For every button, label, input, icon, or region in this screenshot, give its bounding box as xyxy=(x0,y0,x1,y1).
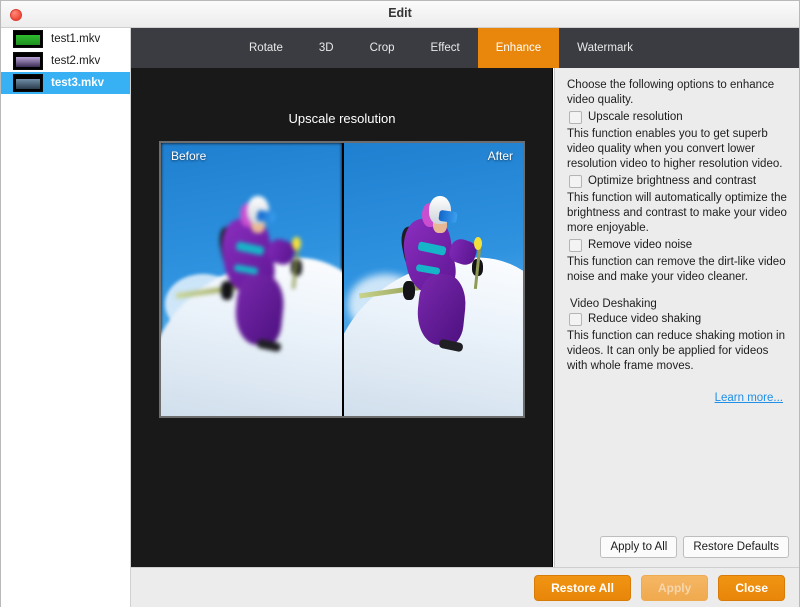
checkbox-label: Optimize brightness and contrast xyxy=(588,175,757,187)
enhance-options-panel: Choose the following options to enhance … xyxy=(554,68,799,567)
checkbox-reduce-video-shaking[interactable]: Reduce video shaking xyxy=(569,312,787,327)
preview-area: Upscale resolution Before After xyxy=(131,68,553,567)
skier-figure xyxy=(358,192,491,378)
preview-after-pane: After xyxy=(342,143,523,416)
tab-crop[interactable]: Crop xyxy=(352,28,413,68)
video-thumbnail-icon xyxy=(13,74,43,92)
tab-watermark[interactable]: Watermark xyxy=(559,28,651,68)
tab-bar: Rotate 3D Crop Effect Enhance Watermark xyxy=(131,28,799,68)
restore-defaults-button[interactable]: Restore Defaults xyxy=(683,536,789,558)
learn-more-link[interactable]: Learn more... xyxy=(715,392,783,404)
restore-all-button[interactable]: Restore All xyxy=(534,574,631,601)
apply-button[interactable]: Apply xyxy=(640,574,709,601)
options-intro-text: Choose the following options to enhance … xyxy=(567,79,775,106)
checkbox-icon[interactable] xyxy=(569,175,582,188)
learn-more-row: Learn more... xyxy=(567,388,787,406)
page-title: Edit xyxy=(388,6,412,20)
tab-effect[interactable]: Effect xyxy=(413,28,478,68)
file-name: test2.mkv xyxy=(51,55,101,67)
option-description: This function will automatically optimiz… xyxy=(567,192,787,234)
preview-before-pane: Before xyxy=(161,143,342,416)
title-bar: Edit xyxy=(1,1,799,28)
tab-3d[interactable]: 3D xyxy=(301,28,352,68)
after-label: After xyxy=(487,149,513,163)
option-description: This function enables you to get superb … xyxy=(567,128,783,170)
option-description: This function can remove the dirt-like v… xyxy=(567,256,786,283)
tab-rotate[interactable]: Rotate xyxy=(231,28,301,68)
checkbox-remove-video-noise[interactable]: Remove video noise xyxy=(569,238,787,253)
checkbox-upscale-resolution[interactable]: Upscale resolution xyxy=(569,110,787,125)
checkbox-icon[interactable] xyxy=(569,239,582,252)
close-button[interactable]: Close xyxy=(718,574,785,601)
video-thumbnail-icon xyxy=(13,52,43,70)
preview-heading: Upscale resolution xyxy=(288,111,396,126)
file-list-sidebar[interactable]: test1.mkv test2.mkv test3.mkv xyxy=(1,28,131,607)
checkbox-optimize-brightness-contrast[interactable]: Optimize brightness and contrast xyxy=(569,174,787,189)
before-label: Before xyxy=(171,149,207,163)
tab-enhance[interactable]: Enhance xyxy=(477,28,560,68)
list-item[interactable]: test2.mkv xyxy=(1,50,130,72)
skier-figure xyxy=(175,192,309,378)
list-item[interactable]: test1.mkv xyxy=(1,28,130,50)
before-after-compare: Before After xyxy=(159,141,525,418)
file-name: test3.mkv xyxy=(51,77,105,89)
footer-bar: Restore All Apply Close xyxy=(131,567,799,607)
option-description: This function can reduce shaking motion … xyxy=(567,330,785,372)
list-item[interactable]: test3.mkv xyxy=(1,72,130,94)
section-label-video-deshaking: Video Deshaking xyxy=(570,298,657,310)
video-thumbnail-icon xyxy=(13,30,43,48)
checkbox-icon[interactable] xyxy=(569,111,582,124)
panel-button-row: Apply to All Restore Defaults xyxy=(600,536,789,558)
checkbox-label: Upscale resolution xyxy=(588,111,683,123)
edit-window: Edit test1.mkv test2.mkv test3.mkv Rotat… xyxy=(0,0,800,607)
checkbox-label: Remove video noise xyxy=(588,239,693,251)
apply-to-all-button[interactable]: Apply to All xyxy=(600,536,678,558)
checkbox-icon[interactable] xyxy=(569,313,582,326)
file-name: test1.mkv xyxy=(51,33,101,45)
checkbox-label: Reduce video shaking xyxy=(588,313,702,325)
